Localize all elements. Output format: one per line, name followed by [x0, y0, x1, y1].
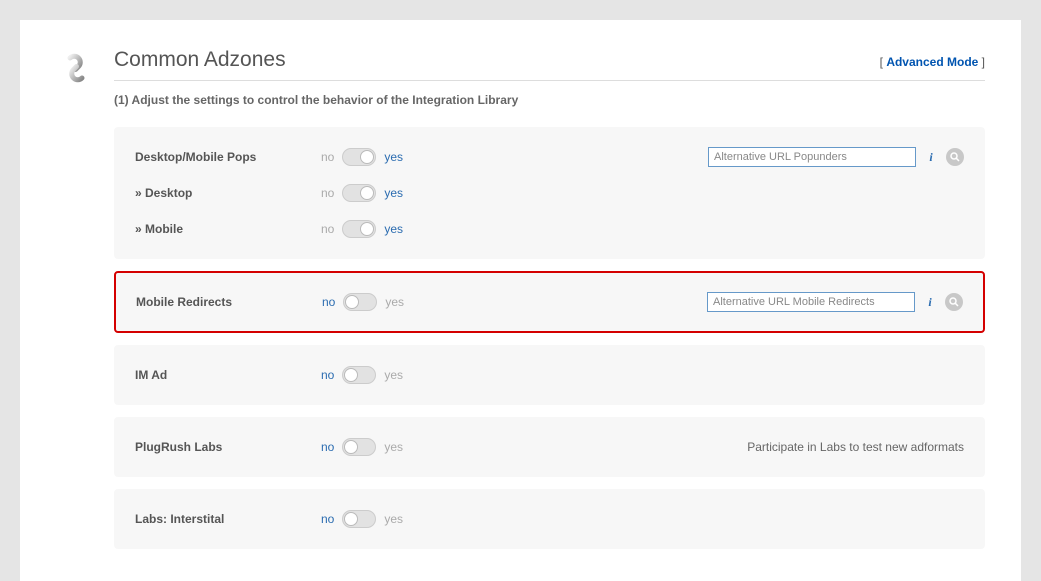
search-icon[interactable] [946, 148, 964, 166]
toggle-plugrush[interactable]: no yes [315, 438, 409, 456]
plugrush-note: Participate in Labs to test new adformat… [747, 440, 964, 454]
switch-icon[interactable] [342, 220, 376, 238]
input-pops-url[interactable] [708, 147, 916, 167]
label-interstitial: Labs: Interstital [135, 512, 315, 526]
link-chain-icon [56, 48, 96, 91]
label-redirects: Mobile Redirects [136, 295, 316, 309]
page-title: Common Adzones [114, 48, 286, 72]
toggle-yes[interactable]: yes [378, 368, 409, 382]
toggle-no[interactable]: no [315, 512, 340, 526]
switch-icon[interactable] [343, 293, 377, 311]
switch-icon[interactable] [342, 510, 376, 528]
toggle-interstitial[interactable]: no yes [315, 510, 409, 528]
label-imad: IM Ad [135, 368, 315, 382]
toggle-pops[interactable]: no yes [315, 148, 409, 166]
settings-panel: Common Adzones [ Advanced Mode ] (1) Adj… [20, 20, 1021, 581]
switch-icon[interactable] [342, 148, 376, 166]
info-icon[interactable]: i [921, 293, 939, 311]
info-icon[interactable]: i [922, 148, 940, 166]
toggle-no[interactable]: no [315, 368, 340, 382]
section-imad: IM Ad no yes [114, 345, 985, 405]
toggle-pops-mobile[interactable]: no yes [315, 220, 409, 238]
toggle-yes[interactable]: yes [378, 186, 409, 200]
switch-icon[interactable] [342, 438, 376, 456]
section-interstitial: Labs: Interstital no yes [114, 489, 985, 549]
subtitle: (1) Adjust the settings to control the b… [114, 93, 985, 107]
toggle-no[interactable]: no [315, 186, 340, 200]
switch-icon[interactable] [342, 366, 376, 384]
advanced-mode-wrap: [ Advanced Mode ] [880, 55, 985, 69]
toggle-pops-desktop[interactable]: no yes [315, 184, 409, 202]
toggle-no[interactable]: no [315, 150, 340, 164]
toggle-no[interactable]: no [315, 440, 340, 454]
toggle-yes[interactable]: yes [378, 440, 409, 454]
section-plugrush: PlugRush Labs no yes Participate in Labs… [114, 417, 985, 477]
switch-icon[interactable] [342, 184, 376, 202]
toggle-yes[interactable]: yes [378, 150, 409, 164]
section-pops: Desktop/Mobile Pops no yes i » Desktop n… [114, 127, 985, 259]
toggle-yes[interactable]: yes [379, 295, 410, 309]
label-pops: Desktop/Mobile Pops [135, 150, 315, 164]
toggle-imad[interactable]: no yes [315, 366, 409, 384]
toggle-yes[interactable]: yes [378, 512, 409, 526]
advanced-mode-link[interactable]: Advanced Mode [886, 55, 978, 69]
toggle-redirects[interactable]: no yes [316, 293, 410, 311]
section-redirects: Mobile Redirects no yes i [114, 271, 985, 333]
toggle-no[interactable]: no [316, 295, 341, 309]
header: Common Adzones [ Advanced Mode ] (1) Adj… [56, 48, 985, 121]
search-icon[interactable] [945, 293, 963, 311]
toggle-no[interactable]: no [315, 222, 340, 236]
label-pops-mobile: » Mobile [135, 222, 315, 236]
input-redirects-url[interactable] [707, 292, 915, 312]
label-plugrush: PlugRush Labs [135, 440, 315, 454]
label-pops-desktop: » Desktop [135, 186, 315, 200]
toggle-yes[interactable]: yes [378, 222, 409, 236]
